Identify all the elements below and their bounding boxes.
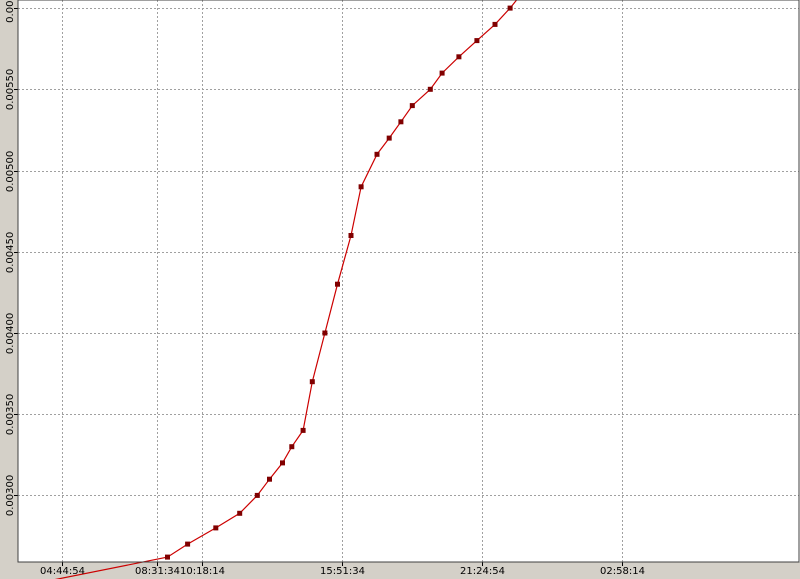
data-point — [237, 510, 243, 516]
x-tick-label: 10:18:14 — [180, 566, 225, 577]
data-point — [409, 103, 415, 109]
x-axis-panel — [0, 562, 800, 579]
y-tick-label: 0.00400 — [5, 313, 16, 354]
data-point — [280, 460, 285, 466]
data-point — [427, 86, 433, 92]
y-tick-label: 0.00550 — [5, 69, 16, 110]
data-point — [322, 330, 328, 336]
data-point — [358, 184, 364, 190]
data-point — [335, 281, 340, 287]
y-tick-label: 0.00500 — [5, 151, 16, 192]
data-point — [213, 525, 219, 531]
y-tick-label: 0.00450 — [5, 232, 16, 273]
data-point — [254, 492, 260, 498]
data-point — [374, 151, 380, 157]
x-tick-label: 15:51:34 — [320, 566, 365, 577]
data-point — [185, 541, 191, 547]
y-tick-label: 0.006 — [5, 0, 16, 23]
data-point — [456, 54, 462, 60]
y-tick-label: 0.00350 — [5, 394, 16, 435]
y-tick-label: 0.00300 — [5, 475, 16, 516]
x-tick-label: 21:24:54 — [460, 566, 505, 577]
data-point — [289, 444, 295, 450]
chart-background — [0, 0, 800, 579]
x-tick-label: 08:31:34 — [135, 566, 180, 577]
data-point — [267, 476, 272, 482]
data-point — [309, 379, 315, 385]
data-point — [348, 233, 354, 238]
data-point — [439, 70, 445, 76]
x-tick-label: 02:58:14 — [600, 566, 645, 577]
line-chart: 0.00300 0.00350 0.00400 0.00450 0.00500 0.005… — [0, 0, 800, 579]
data-point — [165, 554, 170, 560]
data-point — [386, 135, 392, 141]
data-point — [398, 119, 404, 125]
data-point — [507, 5, 513, 11]
data-point — [300, 427, 306, 433]
data-point — [492, 21, 498, 27]
data-point — [474, 38, 480, 44]
x-tick-label: 04:44:54 — [40, 566, 85, 577]
